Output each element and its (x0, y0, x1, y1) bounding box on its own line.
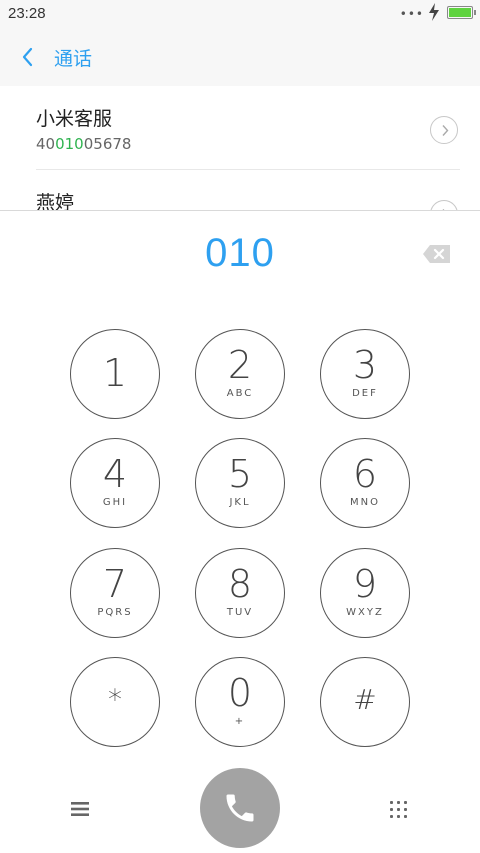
chevron-right-icon (442, 125, 449, 136)
number-match: 010 (55, 135, 84, 153)
key-letters: TUV (226, 607, 254, 618)
battery-icon (447, 6, 476, 19)
notification-dots: ••• (399, 7, 424, 21)
list-item[interactable]: 小米客服 4001005678 (0, 86, 480, 170)
key-4[interactable]: 4 GHI (70, 438, 160, 528)
key-digit: 4 (102, 452, 128, 496)
key-letters: PQRS (97, 607, 133, 618)
key-5[interactable]: 5 JKL (195, 438, 285, 528)
charging-icon (429, 3, 439, 21)
key-8[interactable]: 8 TUV (195, 548, 285, 638)
key-digit: 1 (102, 351, 128, 395)
dialed-number[interactable]: 010 (0, 231, 480, 276)
key-digit: 8 (227, 562, 253, 606)
key-2[interactable]: 2 ABC (195, 329, 285, 419)
key-digit: 5 (227, 452, 253, 496)
key-star[interactable]: * (70, 657, 160, 747)
contact-number: 4001005678 (36, 135, 131, 153)
key-digit: * (108, 683, 122, 716)
key-6[interactable]: 6 MNO (320, 438, 410, 528)
contact-name: 燕婷 (36, 192, 75, 210)
contact-name: 小米客服 (36, 108, 113, 130)
key-letters: + (234, 716, 246, 727)
key-7[interactable]: 7 PQRS (70, 548, 160, 638)
page-title: 通话 (54, 48, 93, 70)
key-digit: 6 (352, 452, 378, 496)
key-letters: WXYZ (346, 607, 384, 618)
key-letters: MNO (350, 497, 380, 508)
key-0[interactable]: 0 + (195, 657, 285, 747)
number-suffix: 05678 (83, 135, 132, 153)
backspace-icon[interactable] (422, 243, 452, 265)
phone-icon (226, 794, 254, 822)
key-9[interactable]: 9 WXYZ (320, 548, 410, 638)
contact-results-list: 小米客服 4001005678 燕婷 (0, 86, 480, 210)
key-digit: # (353, 683, 377, 716)
menu-icon[interactable] (68, 799, 92, 819)
number-prefix: 40 (36, 135, 56, 153)
key-digit: 3 (352, 343, 378, 387)
battery-level (449, 8, 471, 17)
key-letters: DEF (352, 388, 378, 399)
chevron-left-icon[interactable] (14, 42, 44, 72)
key-digit: 2 (227, 343, 253, 387)
key-digit: 9 (352, 562, 378, 606)
list-item[interactable]: 燕婷 (0, 170, 480, 210)
key-hash[interactable]: # (320, 657, 410, 747)
key-digit: 7 (102, 562, 128, 606)
key-digit: 0 (227, 671, 253, 715)
key-letters: GHI (102, 497, 128, 508)
key-letters: JKL (229, 497, 251, 508)
status-bar: 23:28 ••• (0, 0, 480, 28)
key-3[interactable]: 3 DEF (320, 329, 410, 419)
key-1[interactable]: 1 (70, 329, 160, 419)
dialer-panel: 010 1 2 ABC 3 DEF 4 GHI 5 JKL 6 MNO 7 PQRS 8 TUV 9 WXYZ *… (0, 210, 480, 853)
app-header: 通话 (0, 28, 480, 86)
keypad-icon[interactable] (389, 800, 409, 820)
status-time: 23:28 (8, 5, 46, 22)
contact-detail-button[interactable] (430, 200, 458, 210)
key-letters: ABC (226, 388, 254, 399)
contact-detail-button[interactable] (430, 116, 458, 144)
call-button[interactable] (200, 768, 280, 848)
